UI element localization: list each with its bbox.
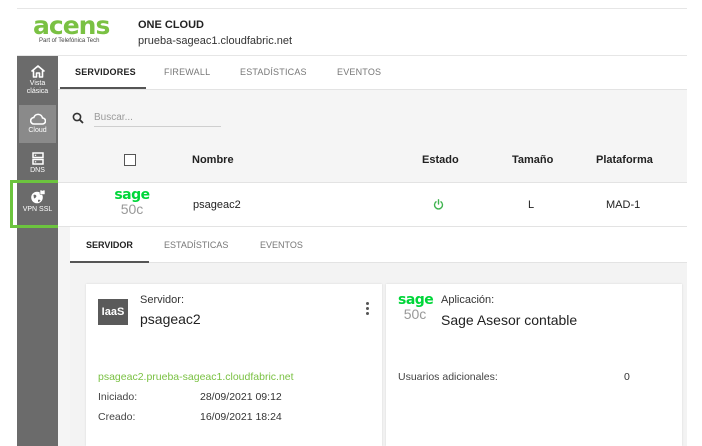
- tab-servidores[interactable]: SERVIDORES: [75, 67, 136, 77]
- sage-50c-logo: sage 50c: [114, 188, 150, 217]
- sidebar-item-cloud[interactable]: Cloud: [19, 105, 56, 143]
- column-header-size[interactable]: Tamaño: [512, 154, 553, 166]
- cloud-icon: [29, 113, 46, 125]
- application-label: Aplicación:: [441, 294, 495, 306]
- sage-50c-logo: sage 50c: [398, 292, 434, 322]
- logo-tagline: Part of Telefónica Tech: [39, 38, 100, 44]
- sidebar-item-label-line2: clásica: [26, 88, 49, 95]
- column-header-name[interactable]: Nombre: [192, 154, 234, 166]
- application-name: Sage Asesor contable: [441, 312, 578, 328]
- started-label: Iniciado:: [98, 391, 138, 403]
- search-icon[interactable]: [72, 112, 84, 124]
- server-card: IaaS Servidor: psageac2 psageac2.prueba-…: [86, 284, 382, 446]
- project-domain: prueba-sageac1.cloudfabric.net: [138, 35, 293, 47]
- logo-wordmark: acens: [33, 11, 110, 40]
- app-header: acens Part of Telefónica Tech ONE CLOUD …: [17, 8, 687, 56]
- created-label: Creado:: [98, 411, 136, 423]
- main-content: SERVIDORES FIREWALL ESTADÍSTICAS EVENTOS…: [58, 56, 687, 446]
- created-value: 16/09/2021 18:24: [200, 411, 282, 423]
- search-input[interactable]: [94, 109, 221, 127]
- sage-wordmark: sage: [114, 187, 150, 203]
- table-row[interactable]: sage 50c psageac2 L MAD-1: [58, 183, 687, 227]
- home-icon: [30, 65, 45, 78]
- main-tab-bar: SERVIDORES FIREWALL ESTADÍSTICAS EVENTOS: [58, 56, 687, 90]
- extra-users-label: Usuarios adicionales:: [398, 371, 498, 383]
- column-header-state[interactable]: Estado: [422, 154, 459, 166]
- tab-estadisticas[interactable]: ESTADÍSTICAS: [240, 67, 307, 77]
- acens-logo[interactable]: acens Part of Telefónica Tech: [33, 11, 123, 44]
- active-tab-indicator: [60, 87, 146, 89]
- tab-eventos[interactable]: EVENTOS: [337, 67, 381, 77]
- tab-servidor[interactable]: SERVIDOR: [86, 240, 133, 250]
- tab-detail-estadisticas[interactable]: ESTADÍSTICAS: [164, 240, 228, 250]
- server-detail-panel: SERVIDOR ESTADÍSTICAS EVENTOS IaaS Servi…: [70, 227, 687, 446]
- sidebar-item-dns[interactable]: DNS: [17, 152, 58, 175]
- detail-tab-bar: SERVIDOR ESTADÍSTICAS EVENTOS: [70, 227, 687, 263]
- tab-detail-eventos[interactable]: EVENTOS: [260, 240, 303, 250]
- sidebar: Vista clásica Cloud DNS VPN SSL: [17, 56, 58, 446]
- sage-wordmark: sage: [398, 292, 434, 308]
- server-label: Servidor:: [140, 294, 185, 306]
- server-name-cell: psageac2: [193, 199, 241, 211]
- iaas-badge: IaaS: [98, 299, 128, 325]
- dns-icon: [31, 152, 44, 165]
- sage-edition: 50c: [403, 306, 427, 322]
- sidebar-item-vista-clasica[interactable]: Vista clásica: [17, 65, 58, 96]
- application-card: sage 50c Aplicación: Sage Asesor contabl…: [386, 284, 682, 446]
- sidebar-item-label: Vista: [29, 80, 46, 87]
- column-header-platform[interactable]: Plataforma: [596, 154, 653, 166]
- power-icon: [433, 199, 444, 210]
- sidebar-item-label: DNS: [30, 167, 45, 174]
- sidebar-item-label: Cloud: [28, 127, 47, 134]
- tab-firewall[interactable]: FIREWALL: [164, 67, 210, 77]
- server-name: psageac2: [140, 311, 201, 327]
- active-tab-indicator: [70, 261, 149, 263]
- platform-cell: MAD-1: [606, 199, 641, 211]
- started-value: 28/09/2021 09:12: [200, 391, 282, 403]
- extra-users-value: 0: [624, 371, 630, 383]
- sage-edition: 50c: [120, 201, 144, 217]
- more-options-icon[interactable]: [364, 302, 370, 318]
- select-all-checkbox[interactable]: [124, 154, 136, 166]
- server-fqdn-link[interactable]: psageac2.prueba-sageac1.cloudfabric.net: [98, 371, 294, 383]
- size-cell: L: [528, 199, 535, 211]
- project-title: ONE CLOUD: [138, 19, 204, 31]
